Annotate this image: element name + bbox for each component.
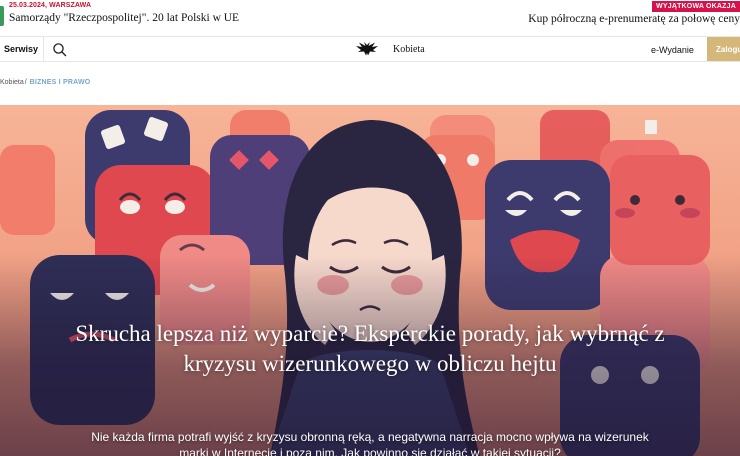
login-button[interactable]: Zaloguj	[707, 37, 740, 61]
serwisy-menu-button[interactable]: Serwisy	[4, 44, 38, 54]
promo-badge: WYJĄTKOWA OKAZJA	[652, 1, 740, 12]
eagle-logo-icon[interactable]	[355, 41, 379, 57]
promo-bar: 25.03.2024, WARSZAWA Samorządy "Rzeczpos…	[0, 0, 740, 34]
e-wydanie-link[interactable]: e-Wydanie	[651, 45, 694, 55]
article-title: Skrucha lepsza niż wyparcie? Eksperckie …	[75, 321, 665, 376]
breadcrumb-category-link[interactable]: BIZNES I PRAWO	[30, 79, 91, 86]
breadcrumb: Kobieta/ BIZNES I PRAWO	[0, 79, 90, 86]
search-icon[interactable]	[52, 42, 67, 57]
nav-divider	[43, 37, 44, 61]
section-brand-link[interactable]: Kobieta	[393, 44, 425, 55]
promo-date: 25.03.2024, WARSZAWA	[9, 2, 92, 9]
breadcrumb-section-link[interactable]: Kobieta	[0, 79, 24, 86]
article-lead: Nie każda firma potrafi wyjść z kryzysu …	[91, 430, 649, 456]
promo-headline-link[interactable]: Samorządy "Rzeczpospolitej". 20 lat Pols…	[9, 12, 239, 24]
breadcrumb-separator: /	[24, 79, 27, 86]
promo-accent	[0, 6, 4, 26]
main-nav: Serwisy Kobieta e-Wydanie Zaloguj	[0, 36, 740, 62]
promo-offer-link[interactable]: Kup półroczną e-prenumeratę za połowę ce…	[528, 13, 740, 25]
article-hero: Skrucha lepsza niż wyparcie? Eksperckie …	[0, 105, 740, 456]
